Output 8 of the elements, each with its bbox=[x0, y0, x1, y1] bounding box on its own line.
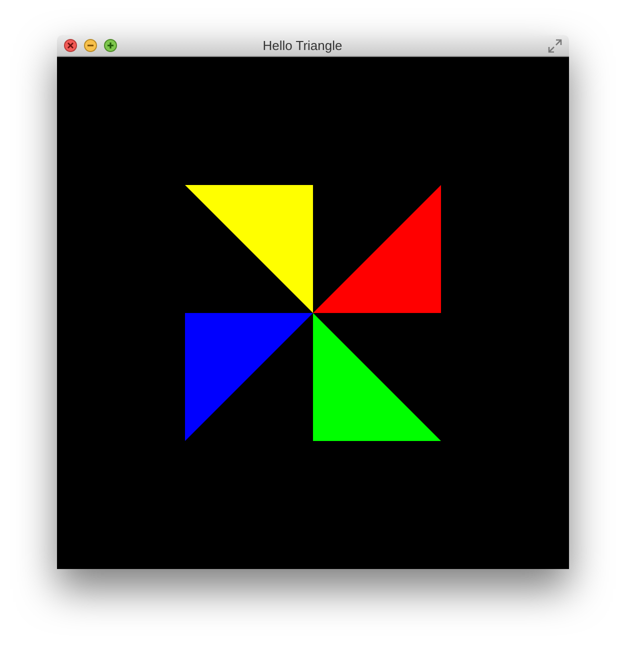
fullscreen-icon[interactable] bbox=[548, 38, 562, 52]
window-title: Hello Triangle bbox=[262, 36, 342, 55]
minimize-button[interactable] bbox=[84, 39, 97, 52]
zoom-button[interactable] bbox=[104, 39, 117, 52]
plus-icon bbox=[107, 42, 114, 49]
minimize-icon bbox=[87, 42, 94, 49]
close-button[interactable] bbox=[64, 39, 77, 52]
close-icon bbox=[67, 42, 74, 49]
